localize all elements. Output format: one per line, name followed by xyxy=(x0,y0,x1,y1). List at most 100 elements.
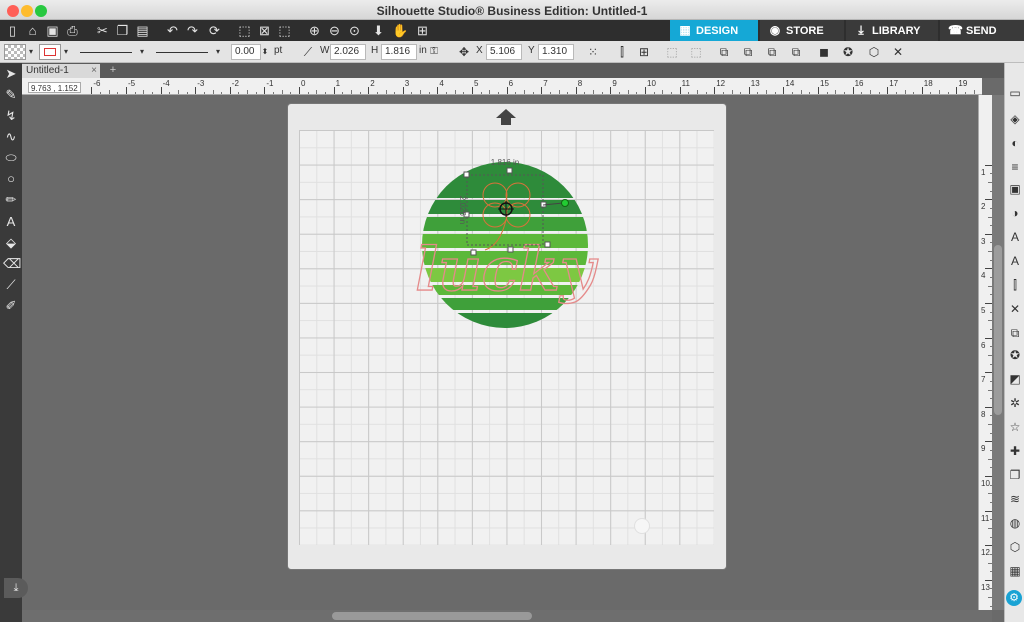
line-color-dropdown-icon[interactable]: ▾ xyxy=(62,44,70,60)
select-by-color-icon[interactable]: ⬚ xyxy=(276,22,293,39)
fill-panel-icon[interactable]: ▣ xyxy=(1007,181,1023,198)
ruler-minor-tick xyxy=(688,92,690,94)
close-tab-icon[interactable]: × xyxy=(91,64,97,78)
width-field[interactable]: 2.026 xyxy=(330,44,366,60)
tab-send[interactable]: ☎ SEND xyxy=(940,20,1024,41)
circle-icon[interactable]: ○ xyxy=(3,170,19,187)
zoom-in-icon[interactable]: ⊕ xyxy=(306,22,323,39)
crop-icon[interactable]: ⧉ xyxy=(788,44,804,60)
vertical-scroll-thumb[interactable] xyxy=(994,245,1002,415)
paste-icon[interactable]: ▤ xyxy=(134,22,151,39)
select-all-icon[interactable]: ⬚ xyxy=(236,22,253,39)
pan-hand-icon[interactable]: ✋ xyxy=(392,22,409,39)
nesting-icon[interactable]: ✪ xyxy=(1007,347,1023,364)
line-width-field[interactable]: 0.00 xyxy=(231,44,261,60)
line-width-stepper[interactable]: ⬍ xyxy=(261,44,269,60)
settings-gear-icon[interactable]: ⚙ xyxy=(1006,590,1022,606)
line-color-swatch[interactable] xyxy=(39,44,61,60)
align-panel-icon[interactable]: ⫿ xyxy=(1007,277,1023,294)
text-icon[interactable]: A xyxy=(3,213,19,230)
bezier-icon[interactable]: ∿ xyxy=(3,128,19,145)
move-down-icon[interactable]: ⬇ xyxy=(370,22,387,39)
ruler-minor-tick xyxy=(100,92,102,94)
group-icon[interactable]: ⬚ xyxy=(664,44,680,60)
x-position-field[interactable]: 5.106 xyxy=(486,44,522,60)
subtract-icon[interactable]: ⧉ xyxy=(740,44,756,60)
design-artwork[interactable]: lucky 1.816 in 2.026 in xyxy=(400,150,610,340)
replicate-panel-icon[interactable]: ⧉ xyxy=(1007,325,1023,342)
library-panel-icon[interactable]: ◐ xyxy=(1007,135,1023,152)
new-document-icon[interactable]: ▯ xyxy=(4,22,21,39)
copy-icon[interactable]: ❐ xyxy=(114,22,131,39)
page-setup-icon[interactable]: ▭ xyxy=(1007,85,1023,102)
weld-icon[interactable]: ⧉ xyxy=(716,44,732,60)
text-style-icon[interactable]: A xyxy=(1007,229,1023,246)
ruler-tick xyxy=(985,164,992,166)
cut-icon[interactable]: ✂ xyxy=(94,22,111,39)
deselect-icon[interactable]: ⊠ xyxy=(256,22,273,39)
zoom-out-icon[interactable]: ⊖ xyxy=(326,22,343,39)
intersect-icon[interactable]: ⧉ xyxy=(764,44,780,60)
puzzle-icon[interactable]: ✚ xyxy=(1007,443,1023,460)
point-edit-icon[interactable]: ↯ xyxy=(3,107,19,124)
layers-icon[interactable]: ❐ xyxy=(1007,467,1023,484)
ruler-minor-tick xyxy=(843,92,845,94)
library-drawer-button[interactable]: ⤓ xyxy=(4,578,28,598)
tab-store[interactable]: ◉ STORE xyxy=(760,20,844,41)
document-tab[interactable]: Untitled-1 × xyxy=(22,64,100,78)
line-style-select[interactable]: ▾ xyxy=(78,44,144,60)
horizontal-scroll-thumb[interactable] xyxy=(332,612,532,620)
design-store-icon[interactable]: ◈ xyxy=(1007,111,1023,128)
offset-icon[interactable]: ◼ xyxy=(816,44,832,60)
delete-icon[interactable]: ✕ xyxy=(890,44,906,60)
ruler-label: 11 xyxy=(981,513,990,523)
redo-icon[interactable]: ↷ xyxy=(184,22,201,39)
star-pattern-icon[interactable]: ✲ xyxy=(1007,395,1023,412)
map-icon[interactable]: ▦ xyxy=(1007,563,1023,580)
eyedropper-icon[interactable]: ✐ xyxy=(3,297,19,314)
line-end-select[interactable]: ▾ xyxy=(154,44,220,60)
lock-aspect-icon[interactable]: ⚿ xyxy=(429,44,439,60)
line-style-panel-icon[interactable]: ≡ xyxy=(1007,159,1023,176)
fill-color-swatch[interactable] xyxy=(4,44,26,60)
pencil-icon[interactable]: ✏ xyxy=(3,191,19,208)
knife-icon[interactable]: ⟋ xyxy=(3,276,19,293)
transparency-icon[interactable]: ◑ xyxy=(1007,205,1023,222)
star-icon[interactable]: ☆ xyxy=(1007,419,1023,436)
select-arrow-icon[interactable]: ➤ xyxy=(3,65,19,82)
modify-icon[interactable]: ⬡ xyxy=(866,44,882,60)
lasso-icon[interactable]: ✎ xyxy=(3,86,19,103)
zoom-selection-icon[interactable]: ⊙ xyxy=(346,22,363,39)
horizontal-scrollbar[interactable] xyxy=(22,610,992,622)
undo-icon[interactable]: ↶ xyxy=(164,22,181,39)
redraw-icon[interactable]: ⟳ xyxy=(206,22,223,39)
reference-point-icon[interactable]: ⁙ xyxy=(585,44,601,60)
add-tab-button[interactable]: + xyxy=(107,64,119,77)
height-field[interactable]: 1.816 xyxy=(381,44,417,60)
chevron-down-icon: ▾ xyxy=(139,47,144,56)
warp-icon[interactable]: ⬡ xyxy=(1007,539,1023,556)
y-position-field[interactable]: 1.310 xyxy=(538,44,574,60)
align-icon[interactable]: ⫿ xyxy=(614,44,630,60)
offset-panel-icon[interactable]: ◩ xyxy=(1007,371,1023,388)
ellipse-icon[interactable]: ⬭ xyxy=(3,149,19,166)
fill-bucket-icon[interactable]: ⬙ xyxy=(3,234,19,251)
ungroup-icon[interactable]: ⬚ xyxy=(688,44,704,60)
print-icon[interactable]: ⎙ xyxy=(64,22,81,39)
grid-panel-icon[interactable]: ◍ xyxy=(1007,515,1023,532)
knife-panel-icon[interactable]: ≋ xyxy=(1007,491,1023,508)
transform-icon[interactable]: ✕ xyxy=(1007,301,1023,318)
center-to-page-icon[interactable]: ⊞ xyxy=(636,44,652,60)
replicate-icon[interactable]: ✪ xyxy=(840,44,856,60)
vertical-scrollbar[interactable] xyxy=(992,95,1004,610)
fill-dropdown-icon[interactable]: ▾ xyxy=(27,44,35,60)
tab-library[interactable]: ⤓ LIBRARY xyxy=(846,20,938,41)
open-folder-icon[interactable]: ⌂ xyxy=(24,22,41,39)
tab-design[interactable]: ▦ DESIGN xyxy=(670,20,758,41)
fit-page-icon[interactable]: ⊞ xyxy=(414,22,431,39)
eraser-icon[interactable]: ⌫ xyxy=(3,255,21,272)
ruler-minor-tick xyxy=(930,92,932,94)
text-to-path-icon[interactable]: A xyxy=(1007,253,1023,270)
ruler-minor-tick xyxy=(324,92,326,94)
save-icon[interactable]: ▣ xyxy=(44,22,61,39)
